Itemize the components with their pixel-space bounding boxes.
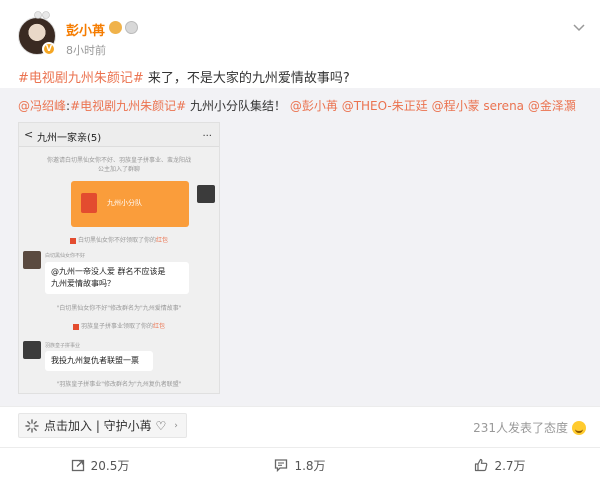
red-packet-small-icon-2: [72, 323, 79, 330]
chat-member-avatar-2: [23, 341, 41, 359]
chat-system-msg-4: "白切黑仙女你不好"修改群名为"九州爱情故事": [56, 305, 182, 312]
red-packet-bubble: 九州小分队: [71, 181, 189, 227]
chat-member-avatar-1: [23, 251, 41, 269]
action-toolbar: 20.5万 1.8万 2.7万: [0, 447, 600, 482]
join-fan-group-button[interactable]: 点击加入 | 守护小苒 ♡ ›: [18, 413, 187, 438]
post-text-body: 来了，不是大家的九州爱情故事吗?: [143, 71, 350, 86]
chat-system-msg-1: 你邀请白切黑仙女你不好、羽族皇子拼事业、蛮龙阳战: [46, 157, 191, 164]
chat-self-avatar: [197, 185, 215, 203]
comment-button[interactable]: 1.8万: [200, 448, 400, 482]
repost-button[interactable]: 20.5万: [0, 448, 200, 482]
red-packet-icon: [81, 193, 97, 213]
verified-badge: V: [42, 42, 56, 56]
member-badge-icon: [109, 21, 122, 34]
post-topic-link[interactable]: #电视剧九州朱颜记#: [18, 71, 144, 86]
chat-more-icon: ...: [202, 128, 212, 139]
chat-screenshot-image[interactable]: < 九州一家亲(5) ... 你邀请白切黑仙女你不好、羽族皇子拼事业、蛮龙阳战 …: [18, 122, 220, 394]
repost-text-mid: 九州小分队集结！: [186, 99, 287, 113]
fan-badge-icon: [125, 21, 138, 34]
chat-message-1: @九州一帝没人爱 群名不应该是 九州爱情故事吗？: [45, 262, 189, 294]
chat-header: < 九州一家亲(5) ...: [19, 123, 219, 147]
repost-text: @冯绍峰:#电视剧九州朱颜记# 九州小分队集结！ @彭小苒 @THEO-朱正廷 …: [18, 98, 576, 114]
comment-icon: [275, 459, 288, 472]
red-packet-small-icon: [69, 237, 76, 244]
post-time[interactable]: 8小时前: [66, 42, 106, 58]
chat-message-1-line-2: 九州爱情故事吗？: [51, 279, 115, 288]
chat-sender-1: 白切黑仙女你不好: [45, 253, 86, 259]
chat-system-msg-5-link: 红包: [153, 323, 166, 330]
chat-sender-2: 羽族皇子拼事业: [45, 343, 81, 349]
chat-system-msg-5: 羽族皇子拼事业领取了你的红包: [19, 323, 219, 331]
like-count: 2.7万: [494, 458, 526, 473]
chat-message-2: 我投九州复仇者联盟一票: [45, 351, 153, 371]
chat-system-msg-6: "羽族皇子拼事业"修改群名为"九州复仇者联盟": [56, 381, 182, 388]
comment-count: 1.8万: [294, 458, 326, 473]
repost-count: 20.5万: [90, 458, 130, 473]
chat-system-msg-3: 白切黑仙女你不好领取了你的红包: [19, 237, 219, 245]
like-icon: [475, 458, 488, 472]
divider: [0, 406, 600, 407]
chat-system-msg-5-text: 羽族皇子拼事业领取了你的: [80, 323, 153, 330]
username[interactable]: 彭小苒: [66, 20, 105, 39]
like-button[interactable]: 2.7万: [400, 448, 600, 482]
share-icon: [71, 459, 84, 472]
chat-message-1-line-1: @九州一帝没人爱 群名不应该是: [51, 267, 166, 276]
attitude-count: 231人发表了态度: [473, 421, 568, 435]
chat-title: 九州一家亲(5): [37, 133, 102, 144]
user-badges: [109, 21, 138, 34]
chat-system-msg-3-text: 白切黑仙女你不好领取了你的: [77, 237, 156, 244]
join-label: 点击加入 | 守护小苒 ♡: [44, 419, 167, 433]
repost-mention-author[interactable]: @冯绍峰: [18, 99, 66, 113]
chat-system-msg-3-link: 红包: [156, 237, 169, 244]
repost-mention-2[interactable]: @彭小苒: [290, 99, 338, 113]
join-icon: [25, 418, 39, 433]
repost-topic-link[interactable]: #电视剧九州朱颜记#: [70, 99, 186, 113]
red-packet-label: 九州小分队: [107, 199, 142, 207]
repost-mention-4[interactable]: @程小蒙 serena: [432, 99, 524, 113]
join-arrow-icon: ›: [174, 420, 178, 431]
chat-system-msg-2: 公主加入了群聊: [97, 166, 140, 173]
attitude-summary[interactable]: 231人发表了态度: [473, 419, 586, 436]
chat-back-icon: <: [24, 128, 34, 141]
repost-mention-5[interactable]: @金泽灝: [528, 99, 576, 113]
repost-mention-3[interactable]: @THEO-朱正廷: [342, 99, 428, 113]
avatar-ears-icon: [34, 11, 50, 19]
more-chevron-icon[interactable]: [572, 22, 586, 32]
post-text: #电视剧九州朱颜记# 来了，不是大家的九州爱情故事吗?: [18, 70, 350, 88]
smiley-icon: [572, 420, 586, 435]
